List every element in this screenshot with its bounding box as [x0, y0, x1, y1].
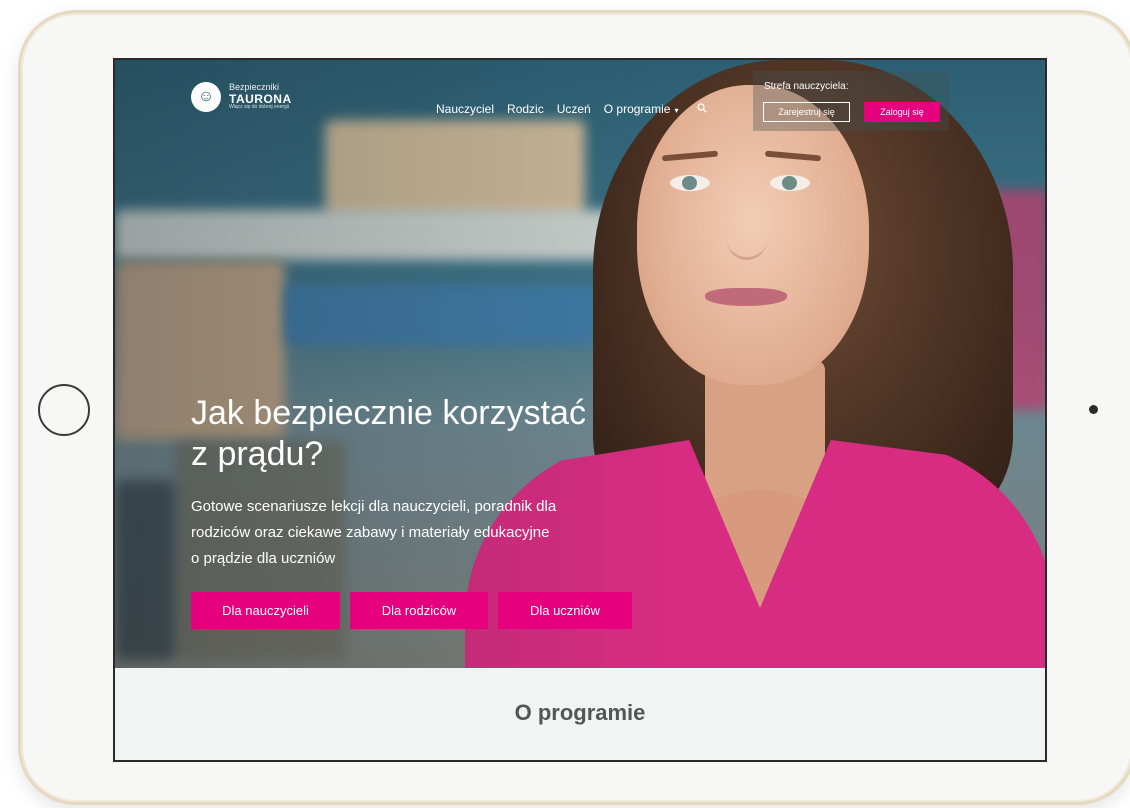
hero-subtitle-line-3: o prądzie dla uczniów — [191, 550, 336, 567]
nav-item-about[interactable]: O programie ▾ — [604, 102, 679, 116]
chevron-down-icon: ▾ — [674, 106, 679, 115]
hero-title-line-1: Jak bezpiecznie korzystać — [191, 394, 586, 432]
for-students-button[interactable]: Dla uczniów — [498, 592, 632, 629]
home-button[interactable] — [38, 384, 90, 436]
logo-tagline: Włącz się do dobrej energii — [229, 104, 290, 111]
nav-item-teacher[interactable]: Nauczyciel — [436, 102, 494, 116]
hero-section: ☺ Bezpieczniki TAURONA Włącz się do dobr… — [115, 60, 1045, 668]
for-teachers-button[interactable]: Dla nauczycieli — [191, 592, 340, 629]
hero-photo-eye — [670, 175, 710, 191]
hero-overlay — [115, 60, 675, 668]
hero-subtitle: Gotowe scenariusze lekcji dla nauczyciel… — [191, 494, 631, 572]
nav-item-about-label: O programie — [603, 102, 671, 116]
screen: ☺ Bezpieczniki TAURONA Włącz się do dobr… — [113, 58, 1047, 762]
hero-title: Jak bezpiecznie korzystać z prądu? — [191, 393, 631, 475]
nav-item-parent[interactable]: Rodzic — [507, 102, 544, 116]
hero-photo-nose — [727, 210, 767, 260]
camera-icon — [1089, 405, 1098, 414]
main-nav: Nauczyciel Rodzic Uczeń O programie ▾ — [436, 102, 708, 116]
nav-item-student[interactable]: Uczeń — [557, 102, 591, 116]
teacher-zone-title: Strefa nauczyciela: — [764, 81, 849, 92]
register-button[interactable]: Zarejestruj się — [763, 102, 850, 122]
about-section-title: O programie — [514, 700, 646, 725]
hero-photo-eye — [770, 175, 810, 191]
smiley-plug-icon: ☺ — [191, 82, 221, 112]
hero-title-line-2: z prądu? — [191, 435, 324, 473]
hero-photo-mouth — [705, 288, 787, 306]
teacher-zone: Strefa nauczyciela: Zarejestruj się Zalo… — [753, 71, 949, 131]
cta-group: Dla nauczycieli Dla rodziców Dla uczniów — [191, 592, 632, 629]
logo-line-1: Bezpieczniki — [229, 82, 280, 93]
login-button[interactable]: Zaloguj się — [864, 102, 940, 122]
logo-text: Bezpieczniki TAURONA Włącz się do dobrej… — [229, 82, 292, 111]
for-parents-button[interactable]: Dla rodziców — [350, 592, 488, 629]
site-logo[interactable]: ☺ Bezpieczniki TAURONA Włącz się do dobr… — [191, 82, 292, 112]
hero-subtitle-line-1: Gotowe scenariusze lekcji dla nauczyciel… — [191, 498, 557, 515]
hero-subtitle-line-2: rodziców oraz ciekawe zabawy i materiały… — [191, 524, 550, 541]
search-icon[interactable] — [697, 102, 708, 116]
